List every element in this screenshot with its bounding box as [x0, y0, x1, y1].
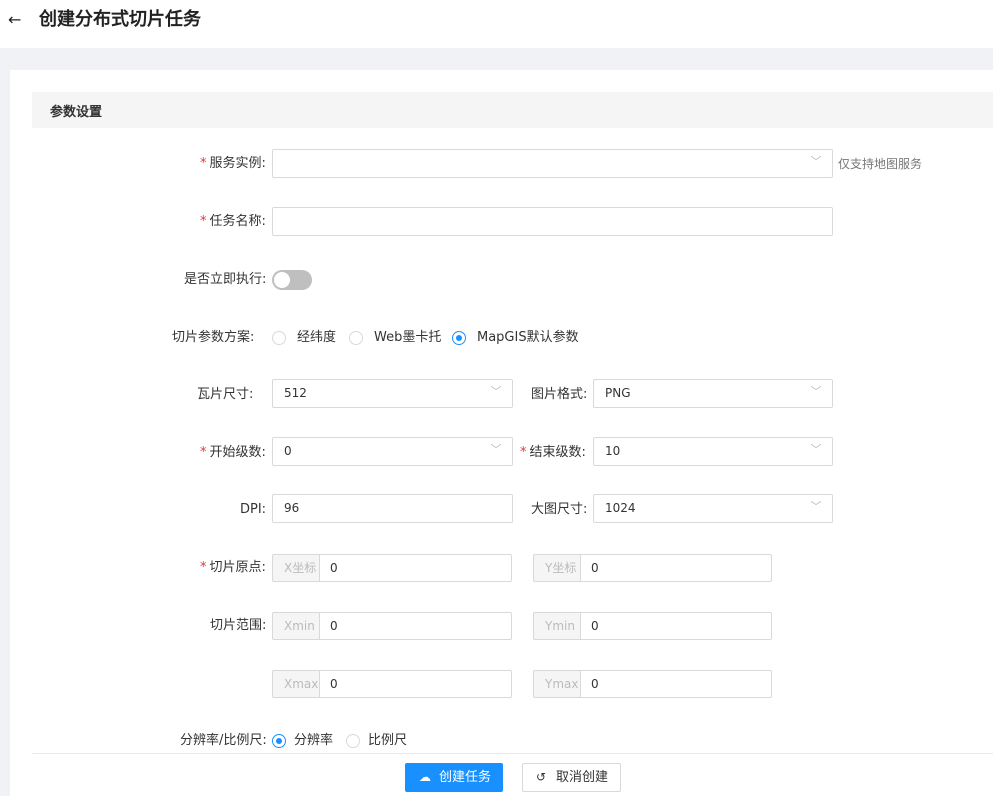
origin-label: * 切片原点: [200, 560, 266, 575]
resolution-scale-label: 分辨率/比例尺: [180, 733, 267, 748]
dpi-input[interactable]: 96 [272, 494, 513, 523]
radio-latlon[interactable] [272, 331, 286, 345]
origin-y-input[interactable]: 0 [580, 554, 772, 582]
range-ymax-group: Ymax 0 [533, 670, 772, 698]
required-mark: * [200, 445, 207, 460]
run-now-label: 是否立即执行: [184, 272, 267, 287]
range-xmin-group: Xmin 0 [272, 612, 512, 640]
chevron-down-icon: ﹀ [810, 385, 822, 398]
cancel-create-button[interactable]: ↺ 取消创建 [522, 763, 621, 792]
radio-scale[interactable] [346, 734, 360, 748]
radio-mapgis-default[interactable] [452, 331, 466, 345]
chevron-down-icon: ﹀ [810, 443, 822, 456]
big-image-size-select[interactable]: 1024 ﹀ [593, 494, 833, 523]
tile-size-select[interactable]: 512 ﹀ [272, 379, 513, 408]
radio-scale-label: 比例尺 [368, 733, 408, 748]
chevron-down-icon: ﹀ [810, 500, 822, 513]
range-ymax-addon: Ymax [533, 670, 581, 698]
end-level-select[interactable]: 10 ﹀ [593, 437, 833, 466]
range-label: 切片范围: [210, 618, 267, 633]
origin-y-group: Y坐标 0 [533, 554, 772, 582]
required-mark: * [520, 445, 527, 460]
footer-divider [32, 753, 993, 754]
section-title: 参数设置 [50, 105, 103, 120]
logout-icon: ↺ [536, 770, 547, 784]
origin-x-group: X坐标 0 [272, 554, 512, 582]
start-level-label: * 开始级数: [200, 445, 266, 460]
task-name-input[interactable] [272, 207, 833, 236]
service-instance-select[interactable]: ﹀ [272, 149, 833, 178]
chevron-down-icon: ﹀ [490, 443, 502, 456]
radio-web-mercator-label: Web墨卡托 [374, 330, 442, 345]
arrow-left-icon[interactable]: ← [8, 10, 28, 30]
origin-x-input[interactable]: 0 [319, 554, 512, 582]
dpi-label: DPI: [240, 502, 267, 517]
range-ymin-input[interactable]: 0 [580, 612, 772, 640]
start-level-select[interactable]: 0 ﹀ [272, 437, 513, 466]
radio-resolution[interactable] [272, 734, 286, 748]
page-header: ← 创建分布式切片任务 [0, 0, 993, 48]
page-title: 创建分布式切片任务 [39, 9, 201, 30]
image-format-label: 图片格式: [531, 387, 588, 402]
section-header: 参数设置 [32, 92, 993, 128]
service-instance-label: * 服务实例: [200, 156, 266, 171]
image-format-select[interactable]: PNG ﹀ [593, 379, 833, 408]
end-level-label: * 结束级数: [520, 445, 586, 460]
range-xmin-input[interactable]: 0 [319, 612, 512, 640]
toggle-knob [274, 272, 290, 288]
cloud-upload-icon: ☁ [419, 770, 431, 784]
radio-web-mercator[interactable] [349, 331, 363, 345]
required-mark: * [200, 214, 207, 229]
required-mark: * [200, 156, 207, 171]
radio-latlon-label: 经纬度 [297, 330, 337, 345]
range-xmin-addon: Xmin [272, 612, 320, 640]
range-ymax-input[interactable]: 0 [580, 670, 772, 698]
scheme-label: 切片参数方案: [172, 330, 255, 345]
radio-resolution-label: 分辨率 [294, 733, 334, 748]
tile-size-label: 瓦片尺寸: [197, 387, 254, 402]
radio-mapgis-default-label: MapGIS默认参数 [477, 330, 579, 345]
range-xmax-group: Xmax 0 [272, 670, 512, 698]
required-mark: * [200, 560, 207, 575]
task-name-label: * 任务名称: [200, 214, 266, 229]
chevron-down-icon: ﹀ [810, 155, 822, 168]
origin-y-addon: Y坐标 [533, 554, 581, 582]
big-image-size-label: 大图尺寸: [531, 502, 588, 517]
run-now-toggle[interactable] [272, 270, 312, 290]
range-xmax-addon: Xmax [272, 670, 320, 698]
range-ymin-group: Ymin 0 [533, 612, 772, 640]
service-instance-hint: 仅支持地图服务 [838, 157, 923, 171]
create-task-button[interactable]: ☁ 创建任务 [405, 763, 503, 792]
chevron-down-icon: ﹀ [490, 385, 502, 398]
range-xmax-input[interactable]: 0 [319, 670, 512, 698]
origin-x-addon: X坐标 [272, 554, 320, 582]
range-ymin-addon: Ymin [533, 612, 581, 640]
